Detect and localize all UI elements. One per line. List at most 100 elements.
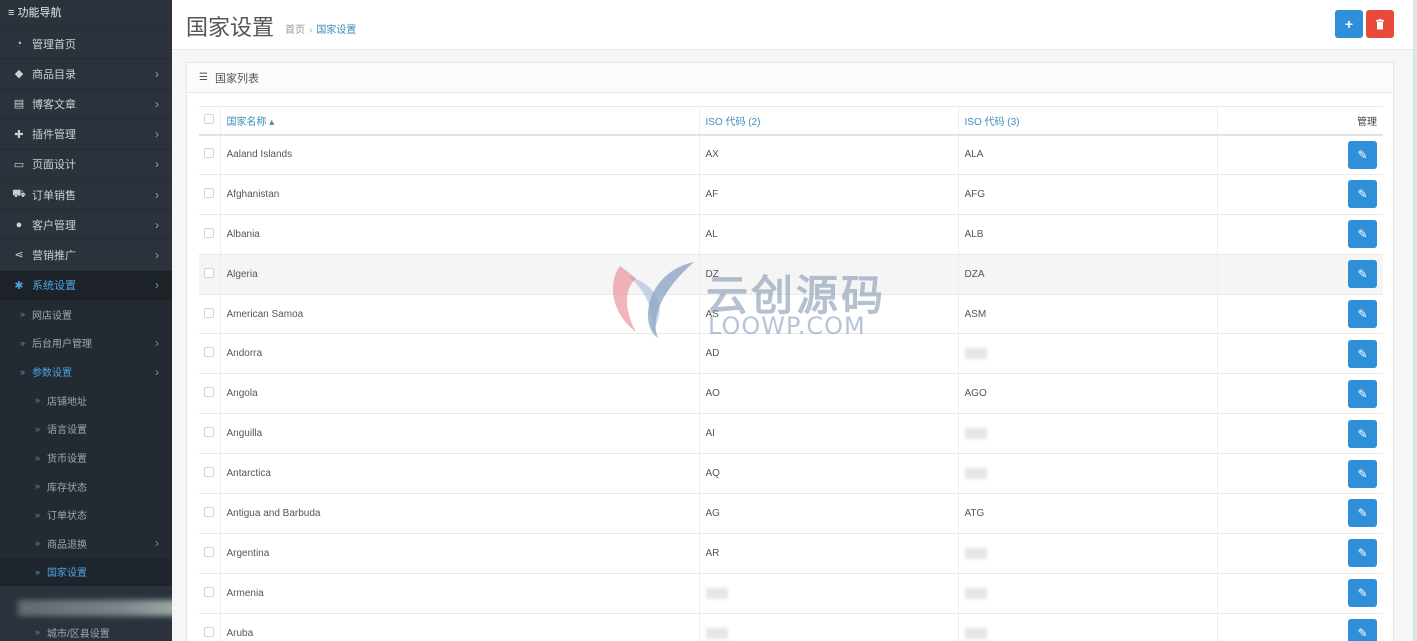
scrollbar[interactable] bbox=[1413, 0, 1417, 641]
sidebar-item-8[interactable]: ✱ 系统设置 › bbox=[0, 269, 172, 300]
user-icon: ● bbox=[15, 218, 23, 231]
row-select-cell bbox=[199, 373, 221, 414]
pencil-icon: ✎ bbox=[1357, 506, 1368, 521]
iso3-cell bbox=[958, 573, 1218, 614]
chevron-right-icon: › bbox=[155, 127, 159, 142]
iso3-cell bbox=[958, 413, 1218, 454]
cart-icon: ⛟ bbox=[12, 187, 26, 200]
select-all-checkbox[interactable] bbox=[204, 113, 214, 124]
edit-button[interactable]: ✎ bbox=[1348, 180, 1377, 209]
col-header-iso3[interactable]: ISO 代码 (3) bbox=[958, 106, 1218, 135]
country-name-cell: Argentina bbox=[220, 533, 700, 574]
sidebar-item-5[interactable]: ⛟ 订单销售 › bbox=[0, 178, 172, 209]
breadcrumb-current[interactable]: 国家设置 bbox=[316, 25, 356, 36]
param-submenu-item-5[interactable]: » 商品退换 › bbox=[0, 529, 172, 558]
sidebar-item-7[interactable]: ⋖ 营销推广 › bbox=[0, 239, 172, 269]
row-checkbox[interactable] bbox=[204, 546, 214, 557]
sidebar-item-label: 博客文章 bbox=[32, 98, 76, 111]
submenu-item-1[interactable]: » 后台用户管理 › bbox=[0, 328, 172, 357]
sidebar-item-label: 客户管理 bbox=[32, 219, 76, 232]
sidebar-item-3[interactable]: ✚ 插件管理 › bbox=[0, 118, 172, 149]
sidebar-item-city-settings[interactable]: » 城市/区县设置 bbox=[0, 618, 172, 641]
breadcrumb-home[interactable]: 首页 bbox=[285, 25, 305, 36]
row-checkbox[interactable] bbox=[204, 586, 214, 597]
row-checkbox[interactable] bbox=[204, 387, 214, 398]
sidebar-item-2[interactable]: ▤ 博客文章 › bbox=[0, 88, 172, 118]
sidebar-item-1[interactable]: ◆ 商品目录 › bbox=[0, 58, 172, 88]
delete-country-button[interactable] bbox=[1366, 10, 1394, 38]
edit-button[interactable]: ✎ bbox=[1348, 220, 1377, 249]
row-checkbox[interactable] bbox=[204, 187, 214, 198]
add-country-button[interactable]: + bbox=[1335, 10, 1363, 38]
param-submenu-item-4[interactable]: » 订单状态 bbox=[0, 500, 172, 529]
iso3-cell bbox=[958, 613, 1218, 641]
submenu-item-label: 店铺地址 bbox=[47, 396, 88, 408]
iso2-cell: AQ bbox=[699, 453, 959, 494]
chevron-right-icon: › bbox=[155, 66, 159, 81]
iso2-cell: AR bbox=[699, 533, 959, 574]
manage-cell: ✎ bbox=[1217, 454, 1383, 494]
panel-title: 国家列表 bbox=[214, 72, 259, 85]
plus-icon: + bbox=[1344, 16, 1354, 32]
breadcrumb-separator: › bbox=[309, 25, 313, 36]
edit-button[interactable]: ✎ bbox=[1348, 459, 1377, 488]
chevron-right-icon: › bbox=[155, 278, 159, 293]
edit-button[interactable]: ✎ bbox=[1348, 140, 1377, 169]
row-checkbox[interactable] bbox=[204, 267, 214, 278]
param-submenu-item-2[interactable]: » 货币设置 bbox=[0, 443, 172, 472]
pencil-icon: ✎ bbox=[1357, 546, 1368, 561]
col-header-iso2[interactable]: ISO 代码 (2) bbox=[699, 106, 959, 135]
param-submenu-item-6[interactable]: » 国家设置 bbox=[0, 557, 172, 587]
row-checkbox[interactable] bbox=[204, 148, 214, 159]
double-chevron-right-icon: » bbox=[35, 452, 41, 463]
edit-button[interactable]: ✎ bbox=[1348, 419, 1377, 448]
edit-button[interactable]: ✎ bbox=[1348, 300, 1377, 328]
double-chevron-right-icon: » bbox=[35, 395, 41, 406]
submenu-item-label: 商品退换 bbox=[47, 539, 88, 551]
submenu-item-label: 库存状态 bbox=[47, 482, 88, 494]
param-submenu-item-0[interactable]: » 店铺地址 bbox=[0, 386, 172, 415]
row-checkbox[interactable] bbox=[204, 626, 214, 637]
sidebar-item-4[interactable]: ▭ 页面设计 › bbox=[0, 148, 172, 179]
row-checkbox[interactable] bbox=[204, 227, 214, 238]
row-checkbox[interactable] bbox=[204, 506, 214, 517]
submenu-item-2[interactable]: » 参数设置 › bbox=[0, 357, 172, 386]
col-header-name[interactable]: 国家名称 ▴ bbox=[220, 106, 700, 135]
main-content: 国家设置 首页 › 国家设置 + ☰ 国家列表 国家名称 ▴ ISO 代码 (2) … bbox=[172, 0, 1417, 641]
row-checkbox[interactable] bbox=[204, 307, 214, 318]
sidebar-item-6[interactable]: ● 客户管理 › bbox=[0, 209, 172, 239]
edit-button[interactable]: ✎ bbox=[1348, 260, 1377, 289]
sidebar-item-0[interactable]: ◔ 管理首页 bbox=[0, 28, 172, 58]
gear-icon: ✱ bbox=[14, 279, 24, 292]
pencil-icon: ✎ bbox=[1357, 466, 1368, 481]
param-submenu-item-1[interactable]: » 语言设置 bbox=[0, 415, 172, 444]
country-name-cell: Antigua and Barbuda bbox=[220, 493, 700, 534]
share-icon: ⋖ bbox=[14, 249, 24, 262]
iso3-cell: ASM bbox=[958, 294, 1218, 334]
row-select-cell bbox=[199, 333, 221, 374]
edit-button[interactable]: ✎ bbox=[1348, 539, 1377, 568]
edit-button[interactable]: ✎ bbox=[1348, 339, 1377, 368]
chevron-right-icon: › bbox=[155, 364, 159, 379]
desktop-icon: ▭ bbox=[13, 158, 25, 171]
puzzle-icon: ✚ bbox=[14, 128, 24, 141]
row-checkbox[interactable] bbox=[204, 467, 214, 478]
iso2-cell: AD bbox=[699, 333, 959, 374]
row-select-cell bbox=[199, 493, 221, 534]
iso2-cell: AI bbox=[699, 413, 959, 454]
param-submenu-item-3[interactable]: » 库存状态 bbox=[0, 472, 172, 501]
pencil-icon: ✎ bbox=[1357, 346, 1368, 361]
edit-button[interactable]: ✎ bbox=[1348, 619, 1377, 641]
table-row: Albania AL ALB ✎ bbox=[199, 214, 1383, 255]
edit-button[interactable]: ✎ bbox=[1348, 579, 1377, 608]
pencil-icon: ✎ bbox=[1357, 426, 1368, 441]
newspaper-icon: ▤ bbox=[13, 98, 25, 111]
row-checkbox[interactable] bbox=[204, 347, 214, 358]
row-select-cell bbox=[199, 573, 221, 614]
row-checkbox[interactable] bbox=[204, 427, 214, 438]
edit-button[interactable]: ✎ bbox=[1348, 499, 1377, 528]
edit-button[interactable]: ✎ bbox=[1348, 379, 1377, 408]
manage-cell: ✎ bbox=[1217, 374, 1383, 414]
submenu-item-0[interactable]: » 网店设置 bbox=[0, 300, 172, 329]
row-select-cell bbox=[199, 413, 221, 454]
